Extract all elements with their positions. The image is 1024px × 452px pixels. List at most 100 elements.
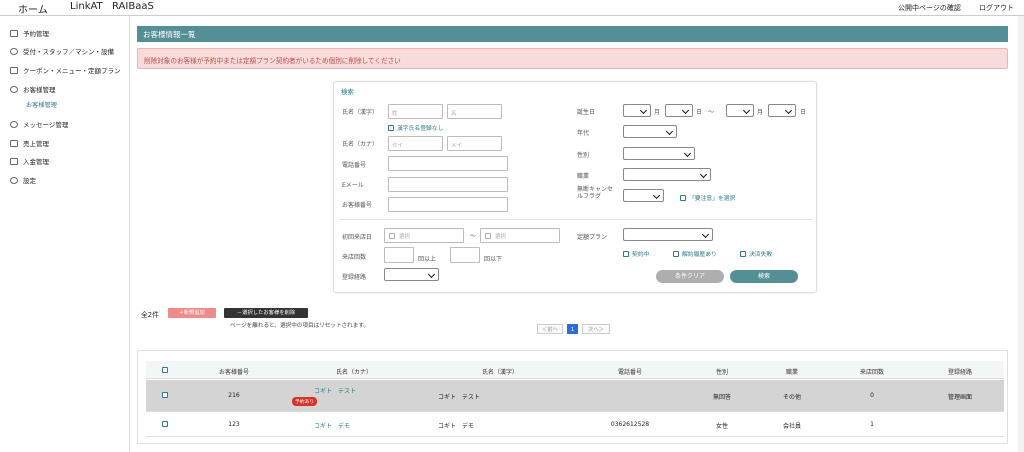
gender-select[interactable] bbox=[623, 147, 695, 160]
gear-icon bbox=[10, 176, 18, 184]
cell-job: その他 bbox=[782, 394, 802, 401]
sidebar-item-reservations[interactable]: 予約管理 bbox=[10, 28, 49, 38]
checkbox-box[interactable] bbox=[673, 250, 679, 257]
page-title: お客様情報一覧 bbox=[137, 26, 1008, 42]
cell-customer-no: 123 bbox=[228, 421, 240, 428]
user-icon bbox=[10, 47, 18, 55]
add-customer-button[interactable]: +新規追加 bbox=[168, 308, 216, 318]
result-count: 全2件 bbox=[141, 311, 159, 319]
coupon-icon bbox=[10, 66, 18, 74]
row-checkbox[interactable] bbox=[162, 421, 168, 427]
caution-checkbox[interactable]: 「要注意」を選択 bbox=[680, 193, 735, 202]
month-unit-to: 月 bbox=[757, 109, 764, 116]
first-visit-label: 初回来店日 bbox=[342, 234, 373, 241]
plan-select[interactable] bbox=[623, 228, 713, 241]
sidebar: 予約管理 受付・スタッフ／マシン・設備 クーポン・メニュー・定額プラン お客様管… bbox=[0, 16, 130, 452]
search-title: 検索 bbox=[341, 88, 354, 96]
birth-day-select[interactable] bbox=[665, 104, 693, 117]
table-row[interactable]: 216 コギト テスト 予約あり コギト テスト 無回答 その他 0 管理画面 bbox=[146, 380, 1004, 412]
search-panel: 検索 氏名（漢字） 姓 名 漢字氏名登録なし 氏名（カナ） セイ メイ 電話番号… bbox=[333, 81, 817, 293]
no-kanji-checkbox[interactable]: 漢字氏名登録なし bbox=[388, 123, 443, 132]
cell-visits: 0 bbox=[870, 392, 874, 399]
day-unit: 日 bbox=[696, 109, 703, 116]
sei-input[interactable]: セイ bbox=[388, 136, 443, 151]
cell-route: 管理画面 bbox=[947, 394, 973, 401]
sidebar-subitem-customer-management[interactable]: お客様管理 bbox=[26, 100, 57, 109]
sidebar-item-sales[interactable]: 売上管理 bbox=[10, 138, 49, 148]
calendar-icon bbox=[485, 232, 491, 239]
plan-failed-checkbox[interactable]: 決済失敗 bbox=[740, 249, 772, 258]
header-phone[interactable]: 電話番号 bbox=[618, 367, 642, 376]
cell-job: 会社員 bbox=[782, 423, 802, 430]
chart-icon bbox=[10, 139, 18, 147]
plan-active-checkbox[interactable]: 契約中 bbox=[623, 249, 649, 258]
alert-message: 削除対象のお客様が予約中または定額プラン契約者がいるため個別に削除してください bbox=[137, 48, 1008, 69]
visits-max-unit: 回以下 bbox=[484, 256, 503, 263]
tab-raibaas[interactable]: RAIBaaS bbox=[112, 1, 154, 12]
cell-customer-no: 216 bbox=[228, 392, 240, 399]
next-page-button[interactable]: 次へ＞ bbox=[582, 324, 610, 334]
birth-month-to-select[interactable] bbox=[726, 104, 754, 117]
birth-month-select[interactable] bbox=[623, 104, 651, 117]
table-row[interactable]: 123 コギト デモ コギト デモ 0362612528 女性 会社員 1 bbox=[146, 413, 1004, 437]
age-select[interactable] bbox=[623, 125, 677, 138]
deposit-icon bbox=[10, 157, 18, 165]
checkbox-box[interactable] bbox=[680, 194, 686, 201]
delete-selected-button[interactable]: －選択したお客様を削除 bbox=[224, 308, 308, 318]
date-range-tilde: ～ bbox=[470, 233, 477, 240]
scrollbar[interactable] bbox=[1018, 16, 1024, 452]
route-label: 登録経路 bbox=[342, 274, 367, 281]
phone-label: 電話番号 bbox=[342, 162, 367, 169]
customer-name-link[interactable]: コギト デモ bbox=[314, 421, 350, 430]
sidebar-item-staff[interactable]: 受付・スタッフ／マシン・設備 bbox=[10, 46, 114, 56]
select-all-checkbox[interactable] bbox=[162, 367, 168, 373]
sidebar-item-settings[interactable]: 設定 bbox=[10, 175, 36, 185]
last-name-input[interactable]: 姓 bbox=[388, 104, 443, 119]
cancel-flag-select[interactable] bbox=[623, 189, 664, 202]
clear-button[interactable]: 条件クリア bbox=[656, 270, 724, 283]
calendar-icon bbox=[389, 232, 395, 239]
row-checkbox[interactable] bbox=[162, 392, 168, 398]
sidebar-item-coupons[interactable]: クーポン・メニュー・定額プラン bbox=[10, 65, 121, 75]
cell-phone: 0362612528 bbox=[610, 421, 650, 428]
page-1-button[interactable]: 1 bbox=[567, 324, 578, 334]
header-route[interactable]: 登録経路 bbox=[948, 367, 972, 376]
logout-link[interactable]: ログアウト bbox=[979, 3, 1014, 13]
checkbox-box[interactable] bbox=[388, 124, 394, 131]
name-kanji-label: 氏名（漢字） bbox=[342, 109, 379, 116]
message-icon bbox=[10, 120, 18, 128]
job-select[interactable] bbox=[623, 168, 711, 181]
first-visit-to[interactable]: 選択 bbox=[480, 228, 560, 243]
visits-min-input[interactable] bbox=[384, 247, 414, 263]
first-visit-from[interactable]: 選択 bbox=[384, 228, 464, 243]
cell-visits: 1 bbox=[870, 421, 874, 428]
plan-cancelled-checkbox[interactable]: 解約履歴あり bbox=[673, 249, 717, 258]
header-name-kanji[interactable]: 氏名（漢字） bbox=[482, 367, 518, 376]
visits-min-unit: 回以上 bbox=[418, 256, 437, 263]
phone-input[interactable] bbox=[388, 156, 508, 171]
header-customer-no[interactable]: お客様番号 bbox=[219, 367, 249, 376]
visits-max-input[interactable] bbox=[450, 247, 480, 263]
sidebar-item-deposits[interactable]: 入金管理 bbox=[10, 156, 49, 166]
checkbox-box[interactable] bbox=[623, 250, 629, 257]
prev-page-button[interactable]: ＜前へ bbox=[537, 324, 563, 334]
calendar-icon bbox=[10, 29, 18, 37]
mei-input[interactable]: メイ bbox=[447, 136, 502, 151]
panel-divider bbox=[340, 219, 812, 220]
sidebar-item-customers[interactable]: お客様管理 bbox=[10, 84, 56, 94]
public-page-link[interactable]: 公開中ページの確認 bbox=[898, 3, 961, 13]
header-job[interactable]: 職業 bbox=[786, 367, 798, 376]
header-gender[interactable]: 性別 bbox=[716, 367, 728, 376]
header-visits[interactable]: 来店回数 bbox=[860, 367, 884, 376]
customer-name-link[interactable]: コギト テスト bbox=[314, 386, 356, 395]
customer-no-input[interactable] bbox=[388, 197, 508, 212]
route-select[interactable] bbox=[384, 268, 439, 281]
tab-linkat[interactable]: LinkAT bbox=[70, 1, 103, 12]
search-button[interactable]: 検索 bbox=[730, 270, 798, 283]
checkbox-box[interactable] bbox=[740, 250, 746, 257]
email-input[interactable] bbox=[388, 177, 508, 192]
first-name-input[interactable]: 名 bbox=[447, 104, 502, 119]
sidebar-item-messages[interactable]: メッセージ管理 bbox=[10, 119, 68, 129]
header-name-kana[interactable]: 氏名（カナ） bbox=[336, 367, 372, 376]
birth-day-to-select[interactable] bbox=[768, 104, 796, 117]
